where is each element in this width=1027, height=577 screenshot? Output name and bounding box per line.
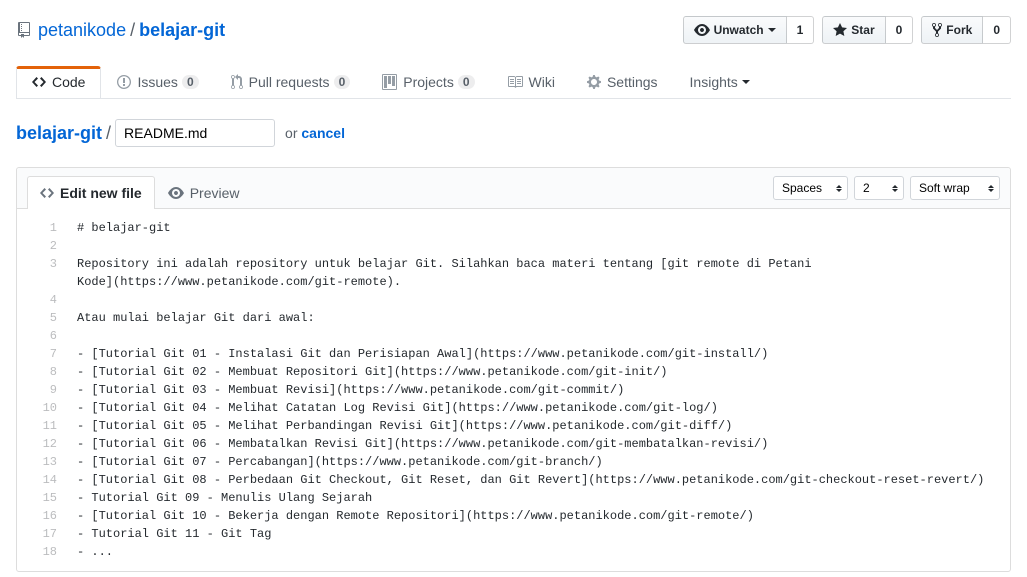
indent-mode-select[interactable]: Spaces: [773, 176, 848, 200]
nav-wiki-label: Wiki: [529, 74, 555, 90]
nav-settings[interactable]: Settings: [571, 66, 674, 98]
tab-edit[interactable]: Edit new file: [27, 176, 155, 209]
nav-issues-label: Issues: [137, 74, 177, 90]
eye-icon: [694, 22, 710, 38]
cancel-prefix: or: [285, 125, 301, 141]
code-content[interactable]: # belajar-git Repository ini adalah repo…: [67, 209, 1010, 571]
watch-count[interactable]: 1: [787, 16, 815, 44]
star-count[interactable]: 0: [886, 16, 914, 44]
file-header: Edit new file Preview Spaces 2: [17, 168, 1010, 209]
tab-preview-label: Preview: [190, 185, 240, 201]
tab-preview[interactable]: Preview: [155, 176, 253, 209]
nav-projects-label: Projects: [403, 74, 454, 90]
repo-separator: /: [130, 20, 135, 41]
breadcrumb-root[interactable]: belajar-git: [16, 123, 102, 144]
fork-group: Fork 0: [921, 16, 1011, 44]
caret-icon: [768, 28, 776, 36]
breadcrumb-separator: /: [106, 123, 111, 144]
project-icon: [382, 74, 397, 90]
unwatch-button[interactable]: Unwatch: [683, 16, 787, 44]
unwatch-label: Unwatch: [714, 20, 764, 40]
star-icon: [833, 22, 847, 38]
nav-projects-count: 0: [458, 75, 475, 89]
repo-nav: Code Issues 0 Pull requests 0 Projects 0…: [16, 66, 1011, 99]
nav-projects[interactable]: Projects 0: [366, 66, 490, 98]
repo-name-link[interactable]: belajar-git: [139, 20, 225, 41]
issue-icon: [117, 74, 131, 90]
file-editor: Edit new file Preview Spaces 2: [16, 167, 1011, 572]
eye-icon: [168, 185, 184, 201]
watch-group: Unwatch 1: [683, 16, 815, 44]
code-icon: [32, 74, 46, 90]
line-numbers: 123 456789101112131415161718: [17, 209, 67, 571]
nav-insights-label: Insights: [690, 74, 738, 90]
wrap-mode-select[interactable]: Soft wrap: [910, 176, 1000, 200]
code-editor[interactable]: 123 456789101112131415161718 # belajar-g…: [17, 209, 1010, 571]
nav-wiki[interactable]: Wiki: [491, 66, 571, 98]
nav-insights[interactable]: Insights: [674, 66, 766, 98]
nav-pulls-label: Pull requests: [249, 74, 330, 90]
repo-owner-link[interactable]: petanikode: [38, 20, 126, 41]
repo-actions: Unwatch 1 Star 0 Fork 0: [683, 16, 1011, 44]
star-group: Star 0: [822, 16, 913, 44]
star-button[interactable]: Star: [822, 16, 885, 44]
code-icon: [40, 185, 54, 201]
repo-icon: [16, 22, 32, 38]
book-icon: [507, 74, 523, 90]
gear-icon: [587, 74, 601, 90]
pull-request-icon: [231, 74, 243, 90]
fork-button[interactable]: Fork: [921, 16, 983, 44]
cancel-wrap: or cancel: [285, 125, 345, 141]
star-label: Star: [851, 20, 874, 40]
nav-settings-label: Settings: [607, 74, 658, 90]
breadcrumb: belajar-git / or cancel: [16, 99, 1011, 167]
editor-controls: Spaces 2 Soft wrap: [763, 168, 1010, 208]
fork-count[interactable]: 0: [983, 16, 1011, 44]
repo-head: petanikode / belajar-git Unwatch 1 Star …: [16, 0, 1011, 52]
caret-icon: [742, 80, 750, 88]
fork-label: Fork: [946, 20, 972, 40]
fork-icon: [932, 22, 942, 38]
indent-size-select[interactable]: 2: [854, 176, 904, 200]
nav-pulls[interactable]: Pull requests 0: [215, 66, 367, 98]
nav-issues[interactable]: Issues 0: [101, 66, 214, 98]
nav-issues-count: 0: [182, 75, 199, 89]
repo-title: petanikode / belajar-git: [16, 20, 225, 41]
filename-input[interactable]: [115, 119, 275, 147]
cancel-link[interactable]: cancel: [301, 125, 345, 141]
editor-tabs: Edit new file Preview: [27, 176, 252, 209]
tab-edit-label: Edit new file: [60, 185, 142, 201]
nav-pulls-count: 0: [334, 75, 351, 89]
nav-code-label: Code: [52, 74, 85, 90]
nav-code[interactable]: Code: [16, 66, 101, 98]
